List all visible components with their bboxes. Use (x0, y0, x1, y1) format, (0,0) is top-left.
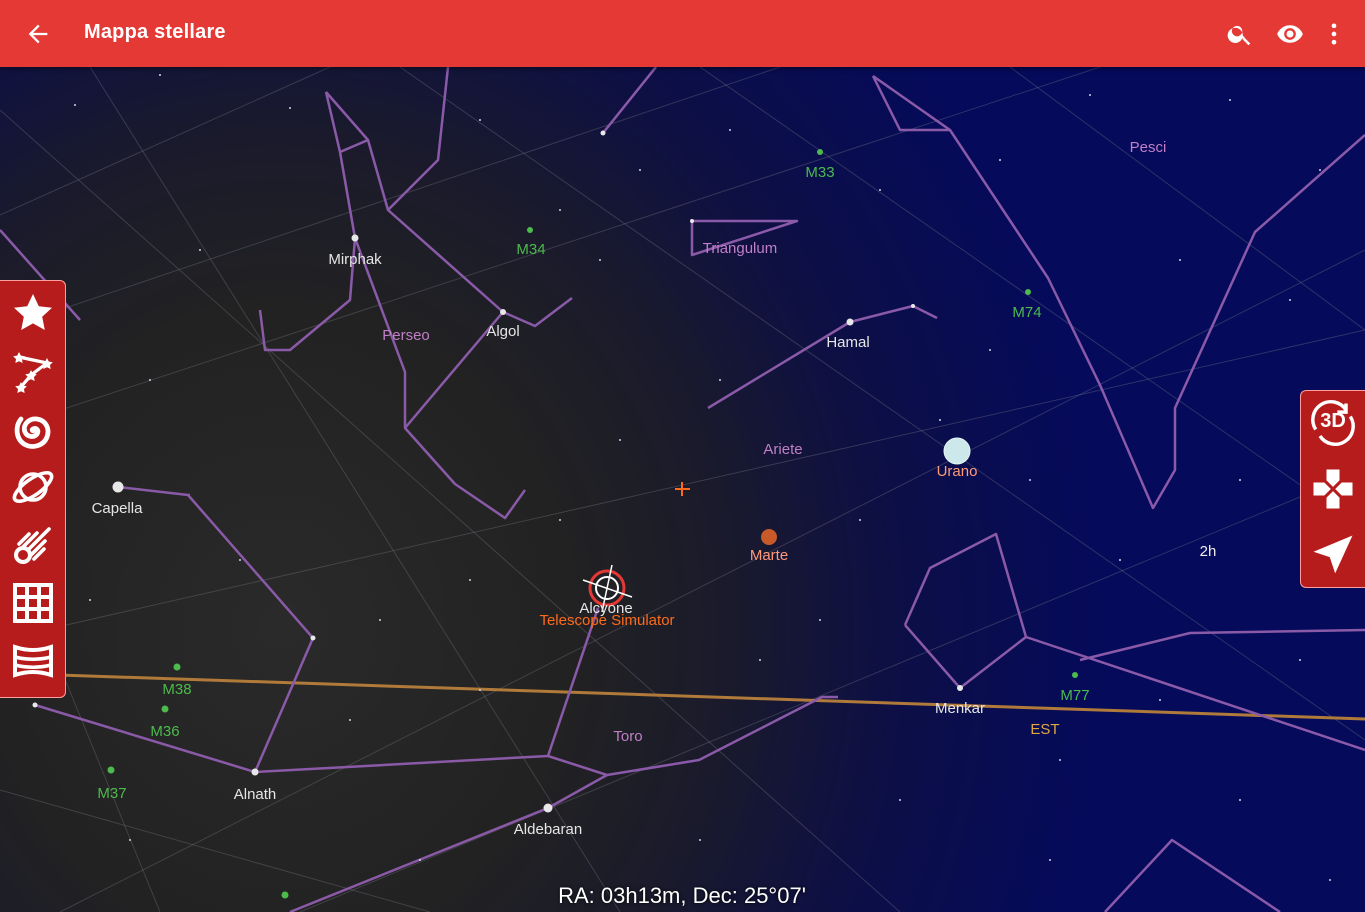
constellation-icon[interactable] (9, 347, 57, 395)
arrow-back-icon[interactable] (24, 20, 52, 48)
app-bar: Mappa stellare (0, 0, 1365, 67)
more-vert-icon[interactable] (1320, 20, 1348, 48)
left-toolbar (0, 280, 66, 698)
dso-label[interactable]: M34 (516, 241, 545, 258)
rotate-3d-label: 3D (1320, 410, 1346, 432)
dso-label[interactable]: M74 (1012, 304, 1041, 321)
planet-label[interactable]: Marte (750, 547, 788, 564)
galaxy-icon[interactable] (9, 405, 57, 453)
dso-label[interactable]: M38 (162, 681, 191, 698)
named-stars (32, 130, 963, 813)
uranus-disc (943, 437, 971, 465)
comet-icon[interactable] (9, 521, 57, 569)
constellation-label: Toro (613, 728, 643, 745)
background-stars (74, 74, 1331, 881)
star-label[interactable]: Menkar (935, 700, 985, 717)
star-label[interactable]: Alnath (234, 786, 277, 803)
search-icon[interactable] (1226, 20, 1254, 48)
page-title: Mappa stellare (84, 21, 226, 43)
constellation-label: Triangulum (702, 240, 778, 257)
dso-label[interactable]: M33 (805, 164, 834, 181)
ecliptic-line (0, 671, 1365, 721)
star-label[interactable]: Algol (486, 323, 519, 340)
constellation-label: Ariete (763, 441, 803, 458)
right-toolbar: 3D (1300, 390, 1365, 588)
star-label[interactable]: Hamal (826, 334, 869, 351)
dso-label[interactable]: M37 (97, 785, 126, 802)
constellation-label: Perseo (382, 327, 430, 344)
star-label[interactable]: Mirphak (328, 251, 381, 268)
sky-map[interactable]: Mirphak Algol Capella Hamal Alcyone Menk… (0, 67, 1365, 912)
eye-icon[interactable] (1276, 20, 1304, 48)
mars-disc (761, 529, 777, 545)
telescope-label[interactable]: Telescope Simulator (539, 612, 674, 629)
star-icon[interactable] (9, 289, 57, 337)
planet-label[interactable]: Urano (937, 463, 978, 480)
dpad-icon[interactable] (1307, 463, 1359, 515)
coordinates-readout: RA: 03h13m, Dec: 25°07' (558, 883, 806, 908)
direction-label: EST (1030, 721, 1060, 738)
dso-label[interactable]: M77 (1060, 687, 1089, 704)
constellation-label: Pesci (1129, 139, 1167, 156)
grid-icon[interactable] (9, 579, 57, 627)
rotate-3d-icon[interactable]: 3D (1307, 397, 1359, 449)
ra-marker-label: 2h (1199, 543, 1217, 560)
sky-lines (0, 67, 1365, 912)
navigation-icon[interactable] (1307, 529, 1359, 581)
star-label[interactable]: Aldebaran (514, 821, 582, 838)
planet-icon[interactable] (9, 463, 57, 511)
star-label[interactable]: Capella (92, 500, 143, 517)
dso-label[interactable]: M36 (150, 723, 179, 740)
horizon-icon[interactable] (9, 637, 57, 685)
